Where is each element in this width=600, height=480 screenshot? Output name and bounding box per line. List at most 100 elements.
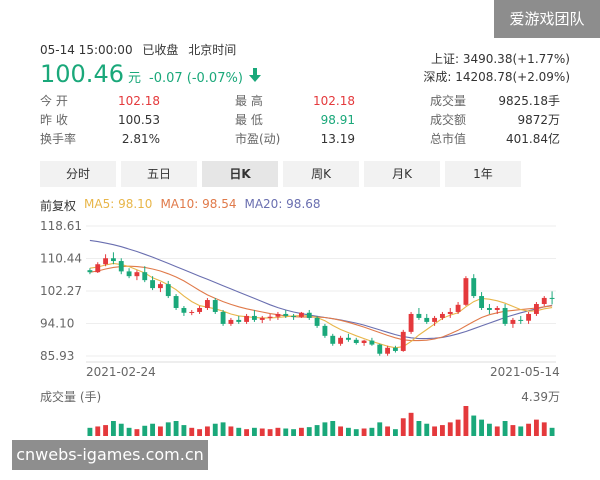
volume-bar [306, 427, 312, 436]
tab-one-year[interactable]: 1年 [445, 161, 521, 187]
volume-bar [338, 426, 344, 436]
shenzhen-index: 深成: 14208.78(+2.09%) [423, 70, 570, 84]
candle-body [369, 340, 375, 345]
y-tick-label: 102.27 [40, 284, 82, 298]
candle-body [275, 313, 281, 317]
kline-chart[interactable]: 118.61 110.44 102.27 94.10 85.93 [0, 210, 600, 440]
candle-body [283, 313, 289, 316]
candle-body [400, 331, 406, 351]
quote-header: 05-14 15:00:00 已收盘 北京时间 [40, 41, 242, 58]
volume-bar [447, 422, 453, 436]
tab-daily-k[interactable]: 日K [202, 161, 278, 187]
candle-body [353, 339, 359, 343]
candle-body [314, 317, 320, 326]
volume-bar [165, 422, 171, 436]
candle-body [494, 307, 500, 310]
price-row: 100.46 元 -0.07 (-0.07%) [40, 60, 261, 88]
candle-body [173, 296, 179, 308]
quote-datetime: 05-14 15:00:00 [40, 43, 133, 57]
stat-volume: 成交量 9825.18手 [430, 94, 560, 108]
volume-bar [314, 425, 320, 436]
volume-bar [549, 427, 555, 436]
candle-body [228, 319, 234, 324]
volume-bar [173, 421, 179, 436]
y-tick-label: 85.93 [40, 349, 74, 363]
volume-max-label: 4.39万 [521, 390, 560, 404]
down-arrow-icon [248, 68, 261, 82]
volume-bar [126, 427, 132, 436]
candle-body [408, 313, 414, 332]
candle-body [150, 280, 156, 289]
candle-body [510, 319, 516, 324]
watermark-site: cnwebs-igames.com.cn [12, 440, 208, 470]
stat-pe: 市盈(动) 13.19 [235, 132, 355, 146]
volume-bar [392, 429, 398, 436]
volume-bar [439, 425, 445, 436]
volume-bar [212, 423, 218, 436]
candle-body [244, 315, 250, 322]
stat-amount: 成交额 9872万 [430, 113, 560, 127]
stats-row: 今 开 102.18 最 高 102.18 成交量 9825.18手 [40, 92, 560, 111]
volume-bar [95, 426, 101, 436]
candle-body [424, 317, 430, 322]
market-indices: 上证: 3490.38(+1.77%) 深成: 14208.78(+2.09%) [423, 50, 570, 86]
stats-row: 昨 收 100.53 最 低 98.91 成交额 9872万 [40, 111, 560, 130]
volume-bar [416, 421, 422, 436]
tab-intraday[interactable]: 分时 [40, 161, 116, 187]
volume-bar [510, 425, 516, 436]
volume-bar [471, 415, 477, 436]
candle-body [306, 312, 312, 318]
candle-body [181, 307, 187, 313]
volume-bar [494, 426, 500, 436]
tab-monthly-k[interactable]: 月K [364, 161, 440, 187]
volume-bar [377, 422, 383, 436]
stat-low: 最 低 98.91 [235, 113, 355, 127]
tab-five-day[interactable]: 五日 [121, 161, 197, 187]
volume-bar [502, 421, 508, 436]
volume-bar [345, 427, 351, 436]
price-unit: 元 [127, 71, 141, 86]
candle-body [541, 297, 547, 305]
candle-body [463, 278, 469, 305]
tab-weekly-k[interactable]: 周K [283, 161, 359, 187]
volume-bar [150, 423, 156, 436]
x-axis-start-label: 2021-02-24 [86, 365, 156, 379]
stat-high: 最 高 102.18 [235, 94, 355, 108]
candle-body [361, 340, 367, 343]
candle-body [220, 311, 226, 324]
candle-body [259, 317, 265, 320]
volume-bar [463, 406, 469, 436]
candle-body [236, 319, 242, 322]
volume-bar [244, 429, 250, 436]
volume-bar [385, 426, 391, 436]
current-price: 100.46 [40, 60, 124, 88]
volume-label: 成交量 (手) [40, 390, 102, 404]
stats-row: 换手率 2.81% 市盈(动) 13.19 总市值 401.84亿 [40, 130, 560, 149]
candle-body [392, 347, 398, 351]
volume-bar [353, 429, 359, 436]
candle-body [526, 313, 532, 321]
candle-body [267, 316, 273, 318]
candle-body [479, 296, 485, 308]
watermark-badge: 爱游戏团队 [494, 0, 600, 38]
candle-body [338, 337, 344, 344]
volume-bar [518, 426, 524, 436]
x-axis-end-label: 2021-05-14 [490, 365, 560, 379]
candle-body [212, 300, 218, 312]
candle-body [471, 278, 477, 297]
chart-period-tabs: 分时 五日 日K 周K 月K 1年 [40, 161, 526, 187]
volume-bar [424, 423, 430, 436]
candle-body [322, 325, 328, 336]
candle-body [118, 261, 124, 272]
candle-body [549, 297, 555, 299]
candle-body [95, 264, 101, 273]
candle-body [204, 300, 210, 308]
volume-bar [526, 423, 532, 436]
volume-bar [400, 418, 406, 436]
volume-bar [408, 412, 414, 436]
candle-body [330, 335, 336, 344]
volume-bar [298, 427, 304, 436]
volume-bar [267, 429, 273, 436]
volume-bar [228, 426, 234, 436]
candle-body [518, 319, 524, 321]
